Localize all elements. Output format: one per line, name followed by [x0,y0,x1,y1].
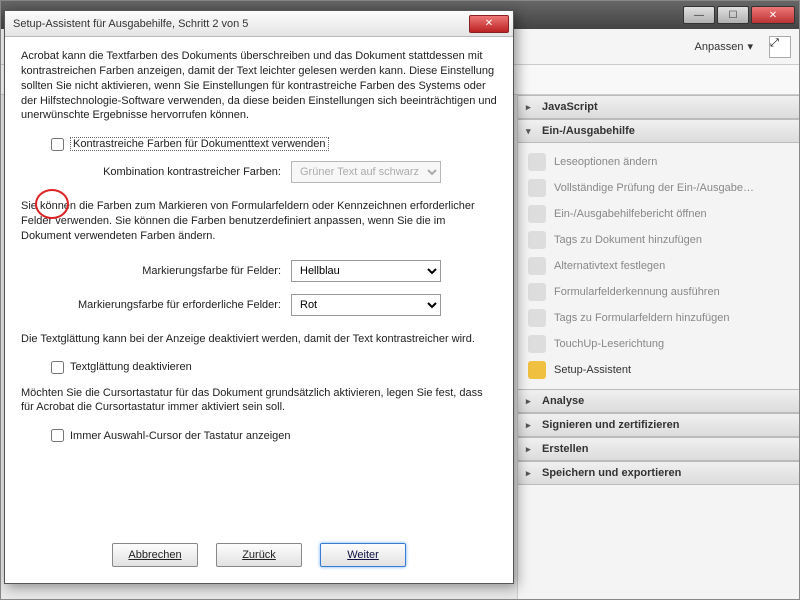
dialog-titlebar: Setup-Assistent für Ausgabehilfe, Schrit… [5,11,513,37]
section-signieren[interactable]: ▸ Signieren und zertifizieren [518,413,799,437]
section-einausgabe-body: Leseoptionen ändern Vollständige Prüfung… [518,143,799,389]
contrast-combo-row: Kombination kontrastreicher Farben: Grün… [51,161,497,183]
contrast-combo-label: Kombination kontrastreicher Farben: [51,166,281,178]
panel-item-leseoptionen[interactable]: Leseoptionen ändern [522,149,795,175]
section-label: Speichern und exportieren [542,467,681,479]
panel-item-label: Leseoptionen ändern [554,156,657,168]
dialog-button-row: Abbrechen Zurück Weiter [21,533,497,573]
cancel-button[interactable]: Abbrechen [112,543,198,567]
contrast-colors-checkbox-row: Kontrastreiche Farben für Dokumenttext v… [51,137,497,151]
mark-color-label: Markierungsfarbe für Felder: [51,265,281,277]
smoothing-label: Textglättung deaktivieren [70,361,192,373]
contrast-combo[interactable]: Grüner Text auf schwarz [291,161,441,183]
section-label: Signieren und zertifizieren [542,419,680,431]
tag-icon [528,231,546,249]
section-label: Ein-/Ausgabehilfe [542,125,635,137]
maximize-button[interactable]: ☐ [717,6,749,24]
chevron-down-icon: ▾ [526,126,536,137]
panel-item-setup[interactable]: Setup-Assistent [522,357,795,383]
dialog-title: Setup-Assistent für Ausgabehilfe, Schrit… [13,18,469,30]
panel-item-bericht[interactable]: Ein-/Ausgabehilfebericht öffnen [522,201,795,227]
panel-item-touchup[interactable]: TouchUp-Leserichtung [522,331,795,357]
panel-item-formular[interactable]: Formularfelderkennung ausführen [522,279,795,305]
intro-text: Acrobat kann die Textfarben des Dokument… [21,49,497,123]
panel-item-tags-form[interactable]: Tags zu Formularfeldern hinzufügen [522,305,795,331]
setup-wizard-dialog: Setup-Assistent für Ausgabehilfe, Schrit… [4,10,514,584]
close-window-button[interactable]: ✕ [751,6,795,24]
required-color-combo[interactable]: Rot [291,294,441,316]
section-label: Erstellen [542,443,588,455]
section-erstellen[interactable]: ▸ Erstellen [518,437,799,461]
cursor-text: Möchten Sie die Cursortastatur für das D… [21,386,497,416]
cursor-checkbox-row: Immer Auswahl-Cursor der Tastatur anzeig… [51,429,497,442]
panel-item-label: Ein-/Ausgabehilfebericht öffnen [554,208,707,220]
chevron-right-icon: ▸ [526,396,536,407]
minimize-button[interactable]: — [683,6,715,24]
chevron-down-icon: ▾ [747,40,753,53]
form-icon [528,283,546,301]
mark-color-row: Markierungsfarbe für Felder: Hellblau [51,260,497,282]
fieldcolor-text: Sie können die Farben zum Markieren von … [21,199,497,244]
cursor-checkbox[interactable] [51,429,64,442]
book-icon [528,153,546,171]
mark-color-combo[interactable]: Hellblau [291,260,441,282]
tag-icon [528,309,546,327]
wizard-icon [528,361,546,379]
section-label: Analyse [542,395,584,407]
dialog-body: Acrobat kann die Textfarben des Dokument… [5,37,513,583]
panel-item-label: Alternativtext festlegen [554,260,665,272]
check-icon [528,179,546,197]
smoothing-text: Die Textglättung kann bei der Anzeige de… [21,332,497,347]
chevron-right-icon: ▸ [526,468,536,479]
report-icon [528,205,546,223]
panel-item-pruefung[interactable]: Vollständige Prüfung der Ein-/Ausgabe… [522,175,795,201]
panel-item-label: TouchUp-Leserichtung [554,338,664,350]
contrast-colors-label: Kontrastreiche Farben für Dokumenttext v… [70,137,329,151]
back-button[interactable]: Zurück [216,543,302,567]
chevron-right-icon: ▸ [526,102,536,113]
chevron-right-icon: ▸ [526,444,536,455]
section-label: JavaScript [542,101,598,113]
section-speichern[interactable]: ▸ Speichern und exportieren [518,461,799,485]
text-icon [528,257,546,275]
required-color-row: Markierungsfarbe für erforderliche Felde… [51,294,497,316]
touchup-icon [528,335,546,353]
right-panel: ▸ JavaScript ▾ Ein-/Ausgabehilfe Leseoptio… [517,95,799,599]
section-einausgabe[interactable]: ▾ Ein-/Ausgabehilfe [518,119,799,143]
cursor-label: Immer Auswahl-Cursor der Tastatur anzeig… [70,430,291,442]
panel-item-label: Tags zu Formularfeldern hinzufügen [554,312,729,324]
panel-item-label: Formularfelderkennung ausführen [554,286,720,298]
section-javascript[interactable]: ▸ JavaScript [518,95,799,119]
anpassen-dropdown[interactable]: Anpassen ▾ [695,40,753,53]
section-analyse[interactable]: ▸ Analyse [518,389,799,413]
expand-button[interactable]: ⤢ [769,36,791,58]
anpassen-label: Anpassen [695,41,744,53]
dialog-close-button[interactable]: ✕ [469,15,509,33]
contrast-colors-checkbox[interactable] [51,138,64,151]
panel-item-label: Tags zu Dokument hinzufügen [554,234,702,246]
required-color-label: Markierungsfarbe für erforderliche Felde… [51,299,281,311]
next-button[interactable]: Weiter [320,543,406,567]
panel-item-tags-doc[interactable]: Tags zu Dokument hinzufügen [522,227,795,253]
chevron-right-icon: ▸ [526,420,536,431]
smoothing-checkbox-row: Textglättung deaktivieren [51,361,497,374]
panel-item-label: Vollständige Prüfung der Ein-/Ausgabe… [554,182,754,194]
smoothing-checkbox[interactable] [51,361,64,374]
panel-item-label: Setup-Assistent [554,364,631,376]
panel-item-alttext[interactable]: Alternativtext festlegen [522,253,795,279]
